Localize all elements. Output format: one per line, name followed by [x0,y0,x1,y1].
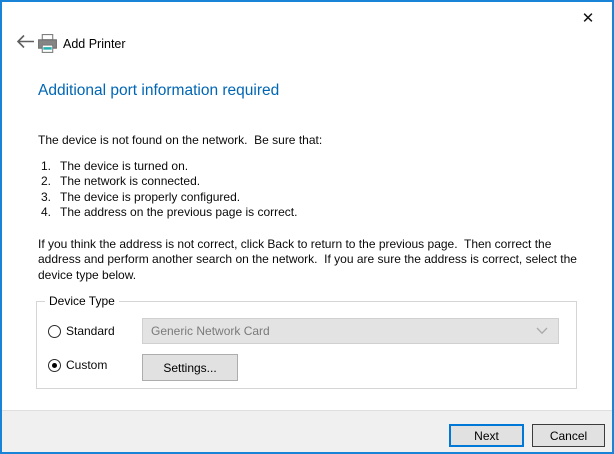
device-dropdown[interactable]: Generic Network Card [142,318,559,344]
next-button[interactable]: Next [449,424,524,447]
list-text: The device is turned on. [60,159,188,174]
list-item: 2. The network is connected. [41,174,297,189]
footer-bar: Next Cancel [2,411,612,452]
back-arrow-icon [16,34,35,54]
radio-standard-label: Standard [66,324,115,338]
radio-custom[interactable]: Custom [48,358,107,372]
printer-icon [37,33,58,60]
list-number: 4. [41,205,60,220]
list-item: 1. The device is turned on. [41,159,297,174]
radio-standard[interactable]: Standard [48,324,115,338]
list-text: The device is properly configured. [60,190,240,205]
settings-button-label: Settings... [163,361,216,375]
radio-custom-icon [48,359,61,372]
close-icon: ✕ [582,9,595,27]
radio-custom-label: Custom [66,358,107,372]
back-button[interactable] [12,33,38,55]
device-type-legend: Device Type [45,294,119,308]
checklist: 1. The device is turned on. 2. The netwo… [41,159,297,221]
app-title: Add Printer [63,37,126,51]
close-button[interactable]: ✕ [574,6,602,30]
list-item: 4. The address on the previous page is c… [41,205,297,220]
add-printer-wizard-window: ✕ Add Printer Additional port informatio… [0,0,614,454]
next-button-label: Next [474,429,499,443]
device-dropdown-value: Generic Network Card [151,324,270,338]
settings-button[interactable]: Settings... [142,354,238,381]
cancel-button-label: Cancel [550,429,587,443]
cancel-button[interactable]: Cancel [532,424,605,447]
page-title: Additional port information required [38,82,279,100]
list-number: 2. [41,174,60,189]
intro-text: The device is not found on the network. … [38,133,322,148]
chevron-down-icon [536,327,548,335]
list-number: 3. [41,190,60,205]
list-text: The network is connected. [60,174,200,189]
instructions-paragraph: If you think the address is not correct,… [38,237,591,283]
list-text: The address on the previous page is corr… [60,205,297,220]
list-item: 3. The device is properly configured. [41,190,297,205]
list-number: 1. [41,159,60,174]
radio-standard-icon [48,325,61,338]
device-type-groupbox: Device Type Standard Generic Network Car… [36,301,577,389]
